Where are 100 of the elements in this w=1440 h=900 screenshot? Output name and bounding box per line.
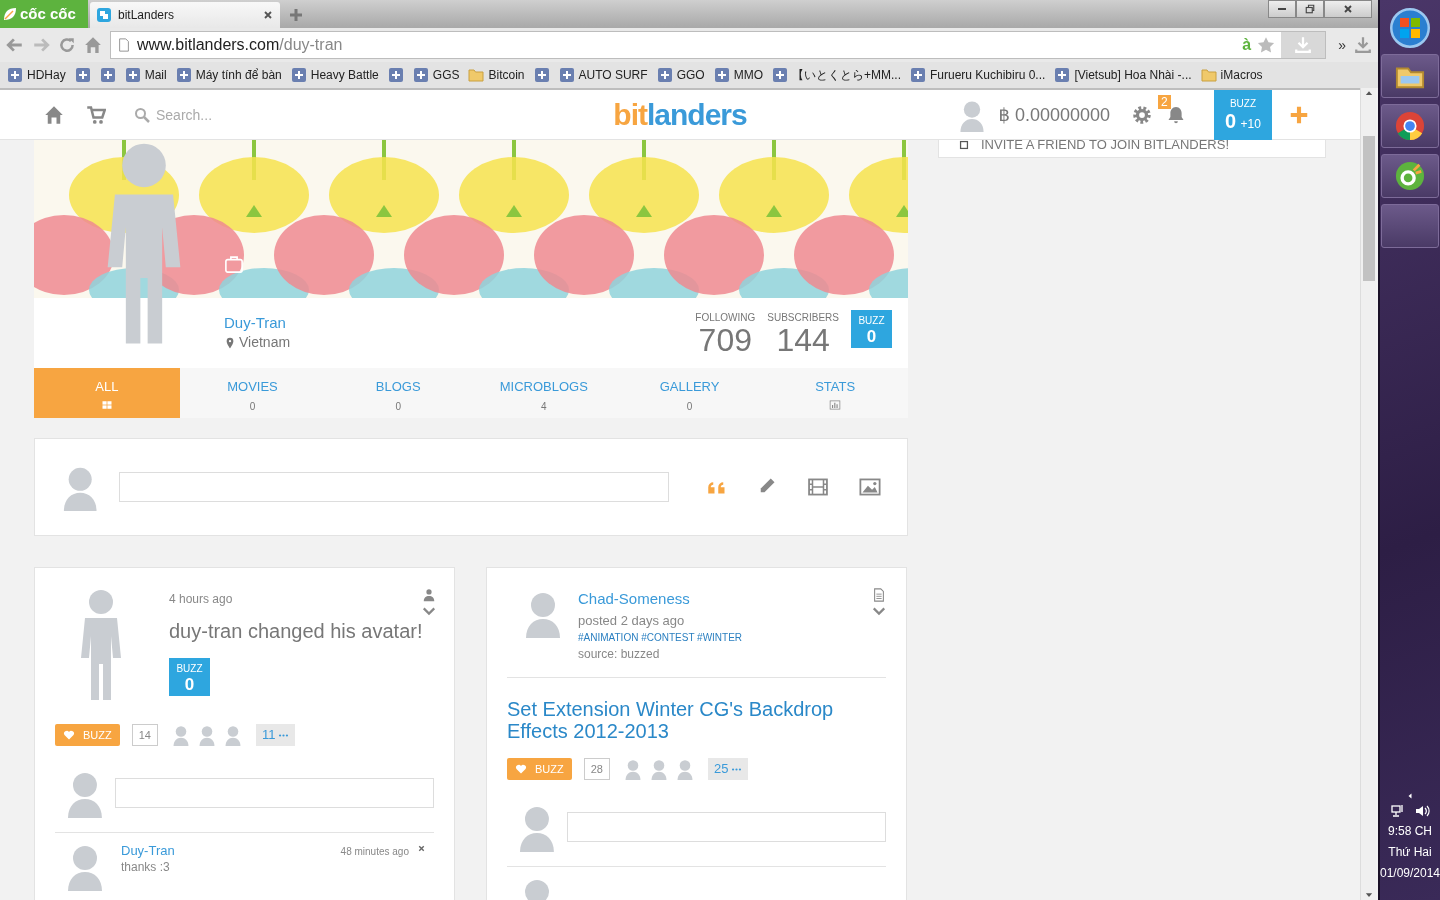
overflow-chevron[interactable]: »	[1338, 34, 1346, 56]
bookmark-link[interactable]: Mail	[124, 66, 167, 84]
bookmark-icon	[412, 67, 429, 83]
buzz-counter[interactable]: BUZZ 0 +10	[1214, 90, 1272, 140]
clock-time[interactable]: 9:58 CH	[1388, 822, 1432, 840]
translate-mark[interactable]: à	[1242, 33, 1252, 57]
site-logo[interactable]: bitlanders	[613, 100, 747, 130]
bookmark-icon	[175, 67, 192, 83]
close-button[interactable]	[1324, 0, 1372, 18]
post-field[interactable]	[119, 472, 669, 502]
buzz-count: 28	[583, 758, 610, 780]
close-icon	[1342, 3, 1354, 15]
comment-field[interactable]	[566, 812, 886, 842]
browser-tab[interactable]: bitLanders	[90, 2, 280, 28]
profile-name[interactable]: Duy-Tran	[224, 314, 291, 332]
bookmark-link[interactable]: iMacros	[1200, 66, 1263, 84]
browser-logo[interactable]: cốc cốc	[0, 0, 88, 28]
network-icon[interactable]	[1390, 803, 1406, 819]
article-title[interactable]: Set Extension Winter CG's Backdrop Effects 2012-2013	[507, 698, 886, 742]
profile-tab[interactable]: GALLERY 0	[616, 368, 763, 418]
bookmark-link[interactable]: 【いとくとら+MM...	[771, 66, 901, 84]
minimize-icon	[1277, 8, 1287, 10]
avatar-silhouette	[676, 758, 694, 780]
address-field[interactable]: www.bitlanders.com/duy-tran à	[110, 31, 1327, 59]
document-icon[interactable]	[872, 588, 886, 602]
add-icon[interactable]	[1288, 104, 1310, 126]
new-tab-icon[interactable]	[288, 7, 304, 23]
avatar-silhouette	[624, 758, 642, 780]
start-icon[interactable]	[1390, 8, 1430, 48]
comment-field[interactable]	[114, 778, 434, 808]
taskbar-button[interactable]	[1381, 204, 1439, 248]
more-buzzers-button[interactable]: 25	[708, 758, 749, 780]
profile-tab[interactable]: BLOGS 0	[325, 368, 471, 418]
cart-icon[interactable]	[86, 105, 106, 125]
briefcase-icon[interactable]	[224, 254, 244, 274]
post-text: duy-tran changed his avatar!	[169, 619, 423, 644]
stat-label: FOLLOWING	[695, 311, 756, 325]
download-icon[interactable]	[1354, 36, 1372, 54]
buzz-count: 14	[131, 724, 158, 746]
profile-tab[interactable]: MOVIES 0	[179, 368, 326, 418]
bookmark-icon	[771, 67, 788, 83]
more-buzzers-button[interactable]: 11	[256, 724, 296, 746]
bookmark-icon	[910, 67, 926, 83]
avatar-silhouette	[224, 724, 242, 746]
bookmark-link[interactable]: Furueru Kuchibiru 0...	[910, 66, 1046, 84]
download-button[interactable]	[1281, 32, 1326, 58]
home-icon[interactable]	[44, 105, 64, 125]
bookmark-link[interactable]: AUTO SURF	[558, 66, 648, 84]
notification-count: 2	[1158, 95, 1171, 109]
search-icon[interactable]	[134, 107, 150, 123]
comment-time: 48 minutes ago	[340, 845, 409, 859]
settings-icon[interactable]	[1132, 105, 1152, 125]
bookmark-link[interactable]: [Vietsub] Hoa Nhài -...	[1054, 66, 1192, 84]
delete-icon[interactable]	[417, 844, 426, 853]
bookmark-link[interactable]: GGO	[656, 66, 705, 84]
post-meta: posted 2 days ago	[578, 611, 686, 630]
bookmark-link[interactable]: Máy tính để bàn	[175, 66, 282, 84]
image-icon[interactable]	[859, 476, 881, 498]
avatar-silhouette	[198, 724, 216, 746]
speaker-icon[interactable]	[1414, 803, 1430, 819]
user-icon[interactable]	[422, 588, 436, 602]
scrollbar-thumb[interactable]	[1362, 136, 1375, 281]
stat-value[interactable]: 709	[695, 325, 756, 355]
bookmark-link[interactable]: GGS	[412, 66, 460, 84]
author-name[interactable]: Chad-Someness	[578, 588, 743, 611]
bookmark-link[interactable]: MMO	[713, 66, 763, 84]
browser-icon[interactable]	[1395, 111, 1425, 141]
notification-bell-icon[interactable]	[1166, 105, 1186, 125]
bookmark-icon	[124, 67, 141, 83]
avatar-silhouette	[650, 758, 668, 780]
home-icon[interactable]	[84, 36, 102, 54]
leaf-icon	[2, 6, 18, 22]
bookmark-link[interactable]: Heavy Battle	[290, 66, 379, 84]
restore-button[interactable]	[1296, 0, 1324, 18]
close-icon[interactable]	[262, 9, 274, 21]
bookmark-link[interactable]: Bitcoin	[468, 66, 525, 84]
bookmark-star-icon[interactable]	[1257, 36, 1276, 54]
post-tags[interactable]: #ANIMATION #CONTEST #WINTER	[578, 630, 743, 645]
back-icon[interactable]	[6, 36, 24, 54]
browser-icon[interactable]	[1395, 161, 1425, 191]
reload-icon[interactable]	[58, 36, 76, 54]
profile-tab[interactable]: MICROBLOGS 4	[471, 368, 617, 418]
bookmark-link[interactable]	[533, 67, 550, 83]
checkbox-icon[interactable]	[959, 140, 969, 150]
clock-date[interactable]: 01/09/2014	[1379, 864, 1440, 882]
comment-author[interactable]: Duy-Tran	[121, 841, 175, 861]
bookmark-link[interactable]	[99, 67, 116, 83]
tray-expand-icon[interactable]	[1406, 792, 1414, 800]
minimize-button[interactable]	[1268, 0, 1296, 18]
bookmark-link[interactable]: HDHay	[7, 66, 66, 84]
profile-tab[interactable]: STATS	[762, 368, 909, 418]
heart-icon	[63, 729, 75, 741]
stat-value[interactable]: 144	[767, 325, 839, 355]
clock-day[interactable]: Thứ Hai	[1388, 843, 1432, 861]
buzz-counter: BUZZ 0	[851, 310, 892, 348]
bookmark-link[interactable]	[74, 67, 91, 83]
site-favicon-icon	[96, 7, 112, 23]
film-icon[interactable]	[807, 476, 829, 498]
location-pin-icon	[224, 336, 236, 349]
bookmark-link[interactable]	[387, 67, 404, 83]
